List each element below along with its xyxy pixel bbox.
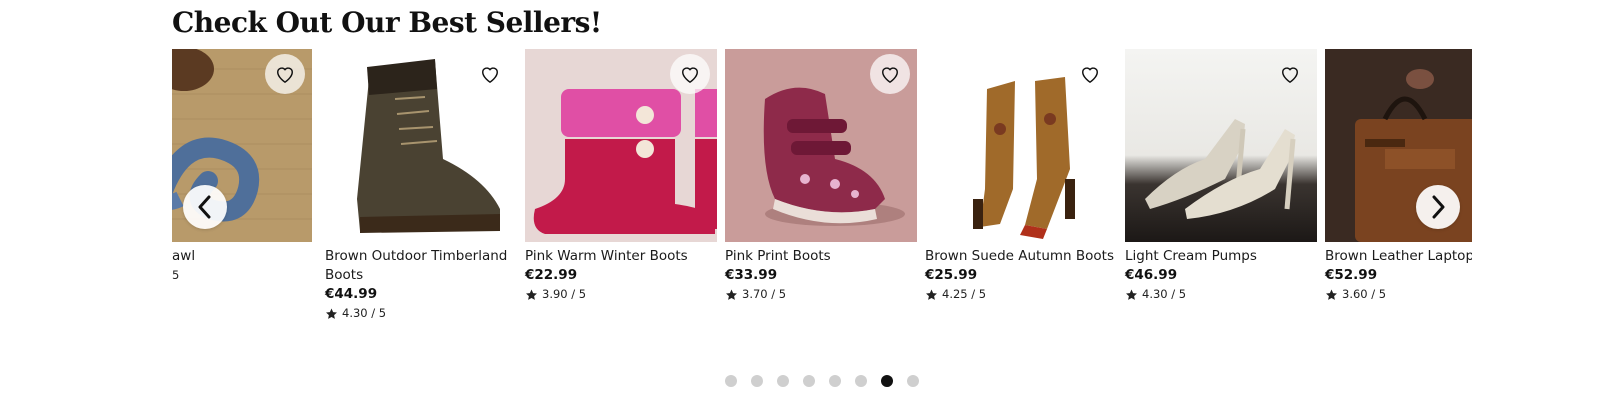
product-image[interactable] (525, 49, 717, 242)
chevron-right-icon (1432, 195, 1445, 219)
heart-icon (881, 67, 899, 84)
carousel-prev-button[interactable] (183, 185, 227, 229)
product-card-brown-timberland-boots[interactable]: Brown Outdoor Timberland Boots €44.99 4.… (325, 49, 517, 323)
product-name[interactable]: Pink Warm Winter Boots (525, 247, 717, 266)
favorite-button[interactable] (870, 54, 910, 94)
star-icon (1126, 289, 1137, 300)
heart-icon (481, 67, 499, 84)
product-name[interactable]: Brown Leather Laptop B (1325, 247, 1472, 266)
product-rating: 4.30 / 5 (325, 304, 517, 323)
product-name[interactable]: Light Cream Pumps (1125, 247, 1317, 266)
product-rating: 3.60 / 5 (1325, 285, 1472, 304)
rating-value: 5 (172, 268, 180, 282)
product-rating: 4.25 / 5 (925, 285, 1117, 304)
star-icon (1326, 289, 1337, 300)
product-rating: 5 (172, 266, 312, 285)
product-card-light-cream-pumps[interactable]: Light Cream Pumps €46.99 4.30 / 5 (1125, 49, 1317, 304)
rating-value: 4.25 / 5 (942, 287, 987, 301)
star-icon (726, 289, 737, 300)
carousel-dot[interactable] (855, 375, 867, 387)
product-name[interactable]: Brown Outdoor Timberland Boots (325, 247, 517, 285)
favorite-button[interactable] (470, 54, 510, 94)
rating-value: 3.60 / 5 (1342, 287, 1387, 301)
product-image[interactable] (925, 49, 1117, 242)
rating-value: 4.30 / 5 (1142, 287, 1187, 301)
carousel-pagination (725, 375, 919, 387)
favorite-button[interactable] (265, 54, 305, 94)
product-image[interactable] (725, 49, 917, 242)
heart-icon (1081, 67, 1099, 84)
product-card-pink-warm-winter-boots[interactable]: Pink Warm Winter Boots €22.99 3.90 / 5 (525, 49, 717, 304)
product-price: €33.99 (725, 267, 778, 283)
rating-value: 3.90 / 5 (542, 287, 587, 301)
carousel-next-button[interactable] (1416, 185, 1460, 229)
heart-icon (1281, 67, 1299, 84)
product-price: €44.99 (325, 286, 378, 302)
product-card-brown-leather-laptop-bag[interactable]: Brown Leather Laptop B €52.99 3.60 / 5 (1325, 49, 1472, 304)
product-price: €25.99 (925, 267, 978, 283)
carousel-dot[interactable] (829, 375, 841, 387)
star-icon (526, 289, 537, 300)
rating-value: 3.70 / 5 (742, 287, 787, 301)
carousel-dot[interactable] (907, 375, 919, 387)
product-rating: 3.70 / 5 (725, 285, 917, 304)
star-icon (326, 308, 337, 319)
favorite-button[interactable] (670, 54, 710, 94)
product-card-blue-shawl[interactable]: awl 5 (172, 49, 312, 285)
product-name[interactable]: Pink Print Boots (725, 247, 917, 266)
product-price: €52.99 (1325, 267, 1378, 283)
carousel-dot[interactable] (803, 375, 815, 387)
product-card-brown-suede-autumn-boots[interactable]: Brown Suede Autumn Boots €25.99 4.25 / 5 (925, 49, 1117, 304)
rating-value: 4.30 / 5 (342, 306, 387, 320)
product-image[interactable] (325, 49, 517, 242)
product-price: €46.99 (1125, 267, 1178, 283)
product-carousel: awl 5 Brown Outdoor Timberland Boots €44… (172, 49, 1472, 339)
product-name[interactable]: awl (172, 247, 312, 266)
star-icon (926, 289, 937, 300)
product-price: €22.99 (525, 267, 578, 283)
favorite-button[interactable] (1070, 54, 1110, 94)
chevron-left-icon (198, 195, 211, 219)
carousel-dot[interactable] (751, 375, 763, 387)
section-title: Check Out Our Best Sellers! (172, 6, 602, 39)
product-card-pink-print-boots[interactable]: Pink Print Boots €33.99 3.70 / 5 (725, 49, 917, 304)
product-rating: 4.30 / 5 (1125, 285, 1317, 304)
product-name[interactable]: Brown Suede Autumn Boots (925, 247, 1117, 266)
carousel-dot[interactable] (777, 375, 789, 387)
heart-icon (276, 67, 294, 84)
product-image[interactable] (1125, 49, 1317, 242)
heart-icon (681, 67, 699, 84)
favorite-button[interactable] (1270, 54, 1310, 94)
carousel-dot[interactable] (725, 375, 737, 387)
carousel-dot[interactable] (881, 375, 893, 387)
product-rating: 3.90 / 5 (525, 285, 717, 304)
